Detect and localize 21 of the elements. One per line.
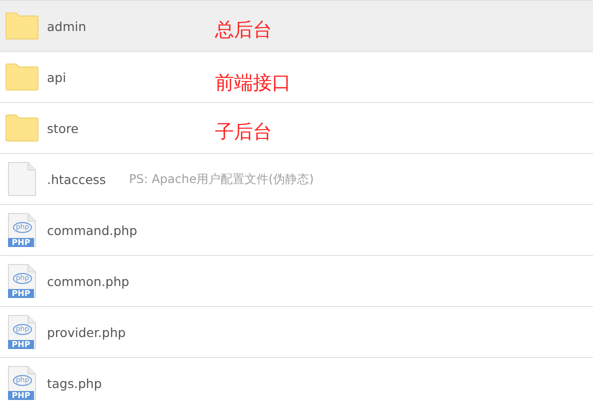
file-name: api — [47, 70, 66, 84]
file-name: store — [47, 120, 79, 136]
annotation-label: 总后台 — [215, 18, 273, 42]
file-type-label: PHP — [8, 289, 34, 298]
file-name: admin — [47, 18, 86, 34]
document-icon — [8, 162, 36, 196]
folder-icon — [5, 12, 39, 40]
file-name: command.php — [47, 222, 138, 238]
file-name: provider.php — [47, 324, 126, 340]
annotation-label: 子后台 — [215, 120, 273, 144]
file-type-label: PHP — [8, 238, 34, 247]
file-name: tags.php — [47, 376, 102, 390]
file-type-label: PHP — [8, 391, 34, 400]
file-note: PS: Apache用户配置文件(伪静态) — [129, 170, 315, 188]
folder-icon — [5, 63, 39, 91]
file-name: common.php — [47, 274, 130, 288]
annotation-label: 前端接口 — [215, 71, 292, 96]
folder-icon — [5, 114, 39, 142]
file-type-label: PHP — [8, 340, 34, 349]
file-name: .htaccess — [47, 172, 106, 186]
file-row[interactable]: admin 总后台 — [0, 1, 593, 52]
